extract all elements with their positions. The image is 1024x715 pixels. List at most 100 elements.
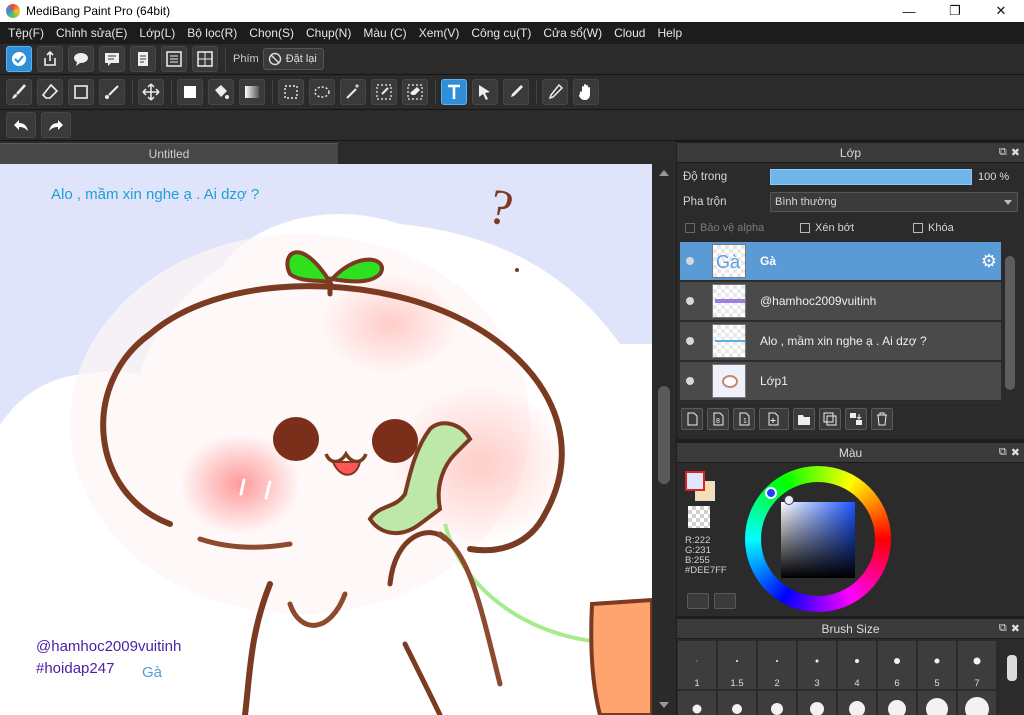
clipping-checkbox[interactable]: Xén bớt	[800, 222, 854, 234]
operation-tool-button[interactable]	[472, 79, 498, 105]
magic-wand-button[interactable]	[340, 79, 366, 105]
saturation-value-square[interactable]	[781, 502, 855, 578]
brush-size-cell[interactable]	[678, 691, 716, 715]
comment-button[interactable]	[99, 46, 125, 72]
layer-list-scrollbar[interactable]	[1003, 242, 1017, 404]
menu-layer[interactable]: Lớp(L)	[133, 26, 181, 40]
scroll-down-arrow[interactable]	[659, 702, 669, 708]
scrollbar-thumb[interactable]	[658, 386, 670, 484]
opacity-slider[interactable]	[770, 169, 972, 185]
menu-file[interactable]: Tệp(F)	[2, 26, 50, 40]
delete-layer-button[interactable]	[871, 408, 893, 430]
visibility-eye-icon[interactable]	[686, 257, 694, 265]
menu-select[interactable]: Chọn(S)	[243, 26, 300, 40]
bucket-tool-button[interactable]	[208, 79, 234, 105]
layer-row[interactable]: Gà Gà ⚙	[680, 242, 1001, 281]
hand-tool-button[interactable]	[573, 79, 599, 105]
brush-size-cell[interactable]: 5	[918, 641, 956, 689]
drawing-canvas[interactable]: Alo , mầm xin nghe ạ . Ai dzợ ? ? @hamho…	[0, 164, 652, 715]
blur-tool-button[interactable]	[503, 79, 529, 105]
visibility-eye-icon[interactable]	[686, 377, 694, 385]
brush-size-cell[interactable]: 3	[798, 641, 836, 689]
visibility-eye-icon[interactable]	[686, 297, 694, 305]
visibility-eye-icon[interactable]	[686, 337, 694, 345]
gradient-tool-button[interactable]	[239, 79, 265, 105]
merge-layer-button[interactable]	[845, 408, 867, 430]
minimize-button[interactable]: —	[886, 0, 932, 22]
brush-size-cell[interactable]	[718, 691, 756, 715]
color-settings-button[interactable]	[714, 593, 736, 609]
menu-color[interactable]: Màu (C)	[357, 26, 412, 40]
blend-mode-select[interactable]: Bình thường	[770, 192, 1018, 212]
select-eraser-button[interactable]	[402, 79, 428, 105]
brush-size-cell[interactable]: 1.5	[718, 641, 756, 689]
grid-button[interactable]	[192, 46, 218, 72]
popout-icon[interactable]: ⧉	[999, 622, 1007, 635]
protect-alpha-checkbox[interactable]: Bảo vệ alpha	[685, 222, 764, 234]
brush-size-cell[interactable]: 1	[678, 641, 716, 689]
reset-button[interactable]: Đặt lại	[262, 48, 324, 70]
fill-rect-tool-button[interactable]	[177, 79, 203, 105]
select-pen-button[interactable]	[371, 79, 397, 105]
layer-row[interactable]: Lớp1	[680, 362, 1001, 401]
scrollbar-thumb[interactable]	[1005, 256, 1015, 390]
dot-tool-button[interactable]	[99, 79, 125, 105]
menu-window[interactable]: Cửa sổ(W)	[537, 26, 608, 40]
close-icon[interactable]: ✖	[1011, 146, 1020, 159]
cloud-check-button[interactable]	[6, 46, 32, 72]
brush-size-cell[interactable]	[958, 691, 996, 715]
close-button[interactable]: ✕	[978, 0, 1024, 22]
lasso-select-button[interactable]	[309, 79, 335, 105]
new-layer-button[interactable]	[681, 408, 703, 430]
new-1bit-layer-button[interactable]: 1	[733, 408, 755, 430]
close-icon[interactable]: ✖	[1011, 446, 1020, 459]
transparent-color-swatch[interactable]	[688, 506, 710, 528]
sv-handle[interactable]	[784, 495, 794, 505]
foreground-color-swatch[interactable]	[685, 471, 705, 491]
menu-snap[interactable]: Chụp(N)	[300, 26, 357, 40]
undo-button[interactable]	[6, 112, 36, 138]
new-folder-button[interactable]	[793, 408, 815, 430]
hue-wheel[interactable]	[745, 466, 891, 612]
shape-tool-button[interactable]	[68, 79, 94, 105]
scroll-up-arrow[interactable]	[659, 170, 669, 176]
close-icon[interactable]: ✖	[1011, 622, 1020, 635]
menu-filter[interactable]: Bộ lọc(R)	[181, 26, 243, 40]
brush-size-cell[interactable]: 2	[758, 641, 796, 689]
duplicate-layer-button[interactable]	[819, 408, 841, 430]
menu-view[interactable]: Xem(V)	[413, 26, 466, 40]
brush-size-cell[interactable]	[758, 691, 796, 715]
hue-handle[interactable]	[765, 487, 777, 499]
document-tab[interactable]: Untitled	[0, 143, 338, 164]
popout-icon[interactable]: ⧉	[999, 146, 1007, 159]
redo-button[interactable]	[41, 112, 71, 138]
brush-size-cell[interactable]	[918, 691, 956, 715]
brush-size-cell[interactable]	[798, 691, 836, 715]
rect-select-button[interactable]	[278, 79, 304, 105]
brush-size-cell[interactable]	[878, 691, 916, 715]
palette-button[interactable]	[687, 593, 709, 609]
brush-size-cell[interactable]: 7	[958, 641, 996, 689]
share-button[interactable]	[37, 46, 63, 72]
layer-row[interactable]: @hamhoc2009vuitinh	[680, 282, 1001, 321]
brush-size-scrollbar[interactable]	[1005, 643, 1019, 715]
popout-icon[interactable]: ⧉	[999, 446, 1007, 459]
add-layer-dropdown[interactable]	[759, 408, 789, 430]
canvas-vertical-scrollbar[interactable]	[652, 164, 676, 715]
brush-size-cell[interactable]	[838, 691, 876, 715]
eyedropper-button[interactable]	[542, 79, 568, 105]
menu-edit[interactable]: Chỉnh sửa(E)	[50, 26, 133, 40]
menu-tools[interactable]: Công cụ(T)	[465, 26, 537, 40]
text-tool-button[interactable]	[441, 79, 467, 105]
menu-cloud[interactable]: Cloud	[608, 26, 651, 40]
maximize-button[interactable]: ❐	[932, 0, 978, 22]
page-button[interactable]	[130, 46, 156, 72]
brush-size-cell[interactable]: 4	[838, 641, 876, 689]
list-button[interactable]	[161, 46, 187, 72]
gear-icon[interactable]: ⚙	[981, 252, 997, 270]
scrollbar-thumb[interactable]	[1007, 655, 1017, 681]
lock-checkbox[interactable]: Khóa	[913, 222, 954, 234]
brush-size-cell[interactable]: 6	[878, 641, 916, 689]
brush-tool-button[interactable]	[6, 79, 32, 105]
new-halftone-layer-button[interactable]: 8	[707, 408, 729, 430]
